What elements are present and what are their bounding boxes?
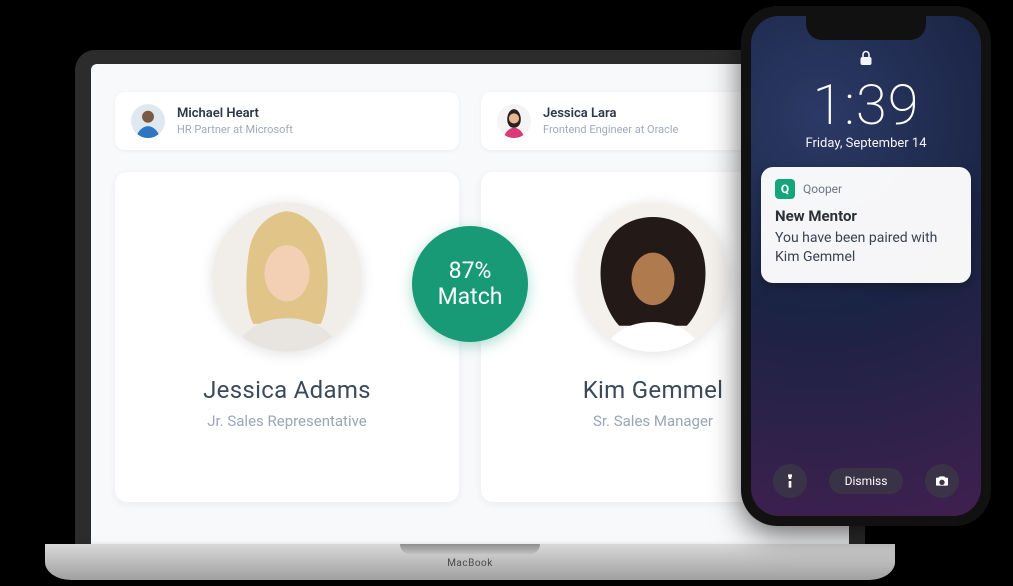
profile-cards-row: Jessica Adams Jr. Sales Representative K <box>115 172 825 502</box>
phone-mockup: 1:39 Friday, September 14 Q Qooper New M… <box>741 6 991 526</box>
notification-body: You have been paired with Kim Gemmel <box>775 229 957 267</box>
avatar <box>131 104 165 138</box>
lock-screen-header: 1:39 Friday, September 14 <box>751 50 981 151</box>
laptop-screen: Michael Heart HR Partner at Microsoft Je… <box>91 64 849 545</box>
notification-card[interactable]: Q Qooper New Mentor You have been paired… <box>761 167 971 283</box>
match-percent: 87% <box>449 258 492 284</box>
flashlight-icon <box>782 473 798 489</box>
app-icon: Q <box>775 179 795 199</box>
phone-lock-screen: 1:39 Friday, September 14 Q Qooper New M… <box>751 16 981 516</box>
lock-screen-date: Friday, September 14 <box>751 136 981 151</box>
lock-screen-actions: Dismiss <box>751 464 981 498</box>
suggestion-subtitle: HR Partner at Microsoft <box>177 123 293 136</box>
dismiss-button[interactable]: Dismiss <box>829 468 904 494</box>
suggestion-name: Jessica Lara <box>543 106 678 121</box>
profile-name: Jessica Adams <box>135 376 439 404</box>
laptop-base: MacBook <box>45 544 895 580</box>
profile-card[interactable]: Jessica Adams Jr. Sales Representative <box>115 172 459 502</box>
avatar <box>497 104 531 138</box>
suggestion-card[interactable]: Michael Heart HR Partner at Microsoft <box>115 92 459 150</box>
suggestion-subtitle: Frontend Engineer at Oracle <box>543 123 678 136</box>
notification-title: New Mentor <box>775 207 957 225</box>
suggestion-cards-row: Michael Heart HR Partner at Microsoft Je… <box>115 92 825 150</box>
laptop-brand: MacBook <box>45 558 895 569</box>
notification-app-name: Qooper <box>803 182 842 196</box>
lock-screen-time: 1:39 <box>751 72 981 138</box>
suggestion-name: Michael Heart <box>177 106 293 121</box>
profile-title: Jr. Sales Representative <box>135 412 439 430</box>
notification-header: Q Qooper <box>775 179 957 199</box>
avatar <box>578 202 728 352</box>
match-badge: 87% Match <box>412 226 528 342</box>
camera-icon <box>934 473 950 489</box>
match-label: Match <box>438 284 503 310</box>
phone-notch <box>806 16 926 40</box>
lock-icon <box>751 50 981 70</box>
camera-button[interactable] <box>925 464 959 498</box>
flashlight-button[interactable] <box>773 464 807 498</box>
avatar <box>212 202 362 352</box>
